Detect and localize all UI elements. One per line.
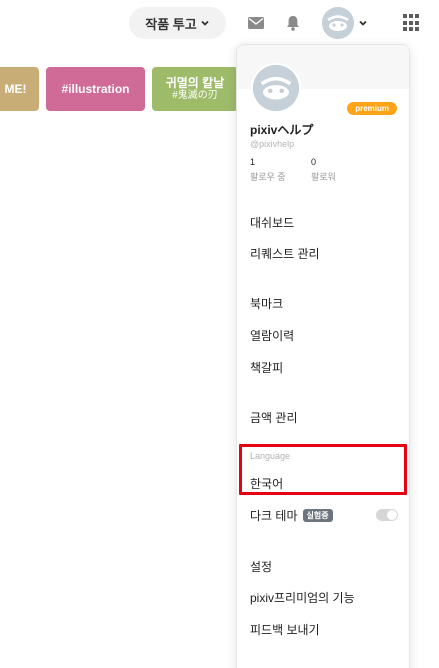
following-stat[interactable]: 1 팔로우 중 (250, 157, 286, 183)
tag-label: 귀멸의 칼날 (165, 75, 225, 90)
language-highlight-box (239, 444, 407, 495)
tag-label: ME! (4, 81, 27, 96)
tag-card[interactable]: ME! (0, 67, 39, 111)
profile-name[interactable]: pixivヘルプ (250, 121, 313, 138)
menu-request-management[interactable]: 리퀘스트 관리 (250, 245, 320, 262)
apps-grid-icon[interactable] (403, 14, 421, 32)
top-navigation-bar: 작품 투고 (0, 0, 439, 46)
menu-settings[interactable]: 설정 (250, 558, 272, 575)
menu-dashboard[interactable]: 대쉬보드 (250, 214, 294, 231)
premium-badge: premium (347, 102, 397, 115)
following-label: 팔로우 중 (250, 172, 286, 182)
tag-label: #illustration (61, 81, 130, 96)
user-menu-dropdown: premium pixivヘルプ @pixivhelp 1 팔로우 중 0 팔로… (236, 44, 410, 668)
post-work-button[interactable]: 작품 투고 (129, 7, 226, 39)
menu-amount-management[interactable]: 금액 관리 (250, 409, 298, 426)
following-count: 1 (250, 157, 256, 167)
dark-theme-toggle[interactable] (376, 509, 398, 521)
experimental-badge: 실험중 (302, 508, 333, 522)
post-work-label: 작품 투고 (145, 16, 197, 32)
followers-label: 팔로워 (311, 172, 336, 182)
menu-bookshelf[interactable]: 책갈피 (250, 359, 283, 376)
profile-handle: @pixivhelp (250, 139, 295, 149)
menu-send-feedback[interactable]: 피드백 보내기 (250, 621, 320, 638)
dark-theme-label: 다크 테마 (250, 508, 298, 523)
followers-count: 0 (311, 157, 317, 167)
mail-icon[interactable] (245, 12, 267, 34)
tag-card[interactable]: #illustration (46, 67, 145, 111)
menu-browsing-history[interactable]: 열람이력 (250, 327, 294, 344)
chevron-down-icon (201, 20, 209, 26)
bell-icon[interactable] (282, 12, 304, 34)
profile-avatar[interactable] (251, 63, 301, 113)
menu-bookmarks[interactable]: 북마크 (250, 295, 283, 312)
tag-sublabel: #鬼滅の刃 (172, 90, 218, 102)
menu-premium-features[interactable]: pixiv프리미엄의 기능 (250, 589, 355, 606)
avatar[interactable] (322, 7, 354, 39)
tag-card[interactable]: 귀멸의 칼날 #鬼滅の刃 (152, 67, 238, 111)
chevron-down-icon[interactable] (358, 18, 368, 28)
dark-theme-row: 다크 테마 실험중 (250, 507, 398, 523)
followers-stat[interactable]: 0 팔로워 (311, 157, 336, 183)
